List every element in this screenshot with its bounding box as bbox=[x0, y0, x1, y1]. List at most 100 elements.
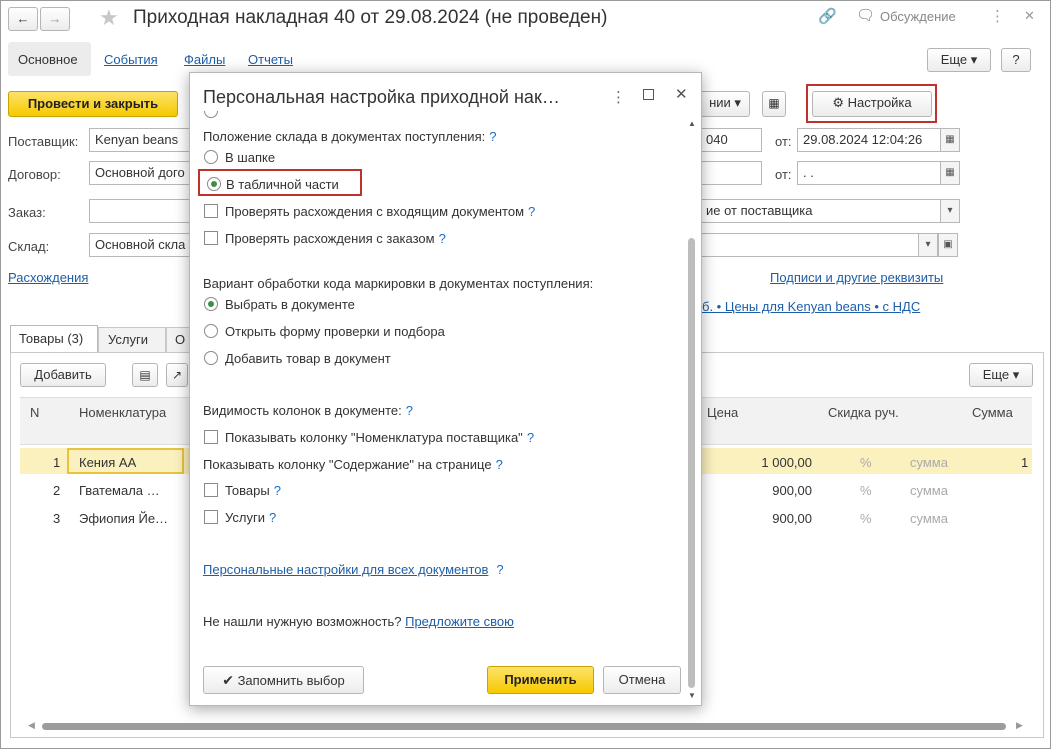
open-icon[interactable]: ▣ bbox=[938, 233, 958, 257]
scroll-up-icon[interactable]: ▲ bbox=[688, 119, 696, 128]
forward-button[interactable]: → bbox=[40, 7, 70, 31]
order-field[interactable] bbox=[89, 199, 199, 223]
row1-pct: % bbox=[860, 455, 872, 470]
date-from-label: от: bbox=[775, 134, 792, 149]
dialog-close-icon[interactable]: ✕ bbox=[675, 85, 688, 103]
signatures-link[interactable]: Подписи и другие реквизиты bbox=[770, 270, 943, 285]
chevron-down-icon[interactable]: ▾ bbox=[940, 199, 960, 223]
row3-n: 3 bbox=[53, 511, 61, 526]
scroll-down-icon[interactable]: ▼ bbox=[688, 691, 696, 700]
all-docs-settings: Персональные настройки для всех документ… bbox=[203, 562, 504, 577]
row1-sum: 1 bbox=[1021, 455, 1029, 470]
remember-choice-button[interactable]: ✔ Запомнить выбор bbox=[203, 666, 364, 694]
check-content-services-label: Услуги? bbox=[225, 510, 277, 525]
tab-events[interactable]: События bbox=[104, 52, 158, 67]
calendar2-icon[interactable]: ▦ bbox=[940, 161, 960, 185]
tab-files[interactable]: Файлы bbox=[184, 52, 225, 67]
apply-button[interactable]: Применить bbox=[487, 666, 594, 694]
row2-sum-hint: сумма bbox=[910, 483, 948, 498]
star-icon[interactable]: ★ bbox=[99, 5, 119, 31]
suggest-link[interactable]: Предложите свою bbox=[405, 614, 514, 629]
row2-n: 2 bbox=[53, 483, 61, 498]
scroll-left-icon[interactable]: ◀ bbox=[28, 720, 35, 731]
supplier-label: Поставщик: bbox=[8, 134, 79, 149]
warehouse-position-label: Положение склада в документах поступлени… bbox=[203, 129, 497, 144]
discrepancies-link[interactable]: Расхождения bbox=[8, 270, 88, 285]
back-button[interactable]: ← bbox=[8, 7, 38, 31]
check-order-discrepancy-label: Проверять расхождения с заказом? bbox=[225, 231, 446, 246]
close-icon[interactable]: ✕ bbox=[1024, 8, 1035, 24]
personal-settings-dialog: Персональная настройка приходной нак… ⋮ … bbox=[189, 72, 702, 706]
row2-pct: % bbox=[860, 483, 872, 498]
tab-reports[interactable]: Отчеты bbox=[248, 52, 293, 67]
help-icon[interactable]: ? bbox=[489, 129, 496, 144]
horizontal-scrollbar[interactable] bbox=[42, 723, 1006, 730]
col-sum: Сумма bbox=[972, 405, 1013, 420]
scroll-right-icon[interactable]: ▶ bbox=[1016, 720, 1023, 731]
row1-n: 1 bbox=[53, 455, 61, 470]
date2-from-label: от: bbox=[775, 167, 792, 182]
check-incoming-discrepancy[interactable] bbox=[204, 204, 218, 218]
prices-link[interactable]: б. • Цены для Kenyan beans • с НДС bbox=[702, 299, 920, 314]
calendar-icon[interactable]: ▦ bbox=[940, 128, 960, 152]
check-supplier-nomenclature-label: Показывать колонку "Номенклатура поставщ… bbox=[225, 430, 535, 445]
menu-dots-icon[interactable]: ⋮ bbox=[990, 7, 1005, 25]
radio-add-to-doc-label: Добавить товар в документ bbox=[225, 351, 391, 366]
contract-field[interactable]: Основной дого bbox=[89, 161, 199, 185]
doc-tab-services-label: Услуги bbox=[108, 332, 148, 347]
print-structure-icon[interactable]: ▦ bbox=[762, 91, 786, 117]
row1-sum-hint: сумма bbox=[910, 455, 948, 470]
settings-highlight bbox=[806, 84, 937, 123]
col-price: Цена bbox=[707, 405, 739, 420]
checkmark-icon: ✔ bbox=[222, 672, 234, 688]
chevron-down-icon-2[interactable]: ▾ bbox=[918, 233, 938, 257]
based-on-button[interactable]: нии ▾ bbox=[700, 91, 750, 117]
check-order-discrepancy[interactable] bbox=[204, 231, 218, 245]
date-field[interactable]: 29.08.2024 12:04:26 bbox=[797, 128, 941, 152]
radio-select-in-doc[interactable] bbox=[204, 297, 218, 311]
more-button[interactable]: Еще ▾ bbox=[927, 48, 991, 72]
row2-price: 900,00 bbox=[772, 483, 812, 498]
add-button[interactable]: Добавить bbox=[20, 363, 106, 387]
tab-main-label: Основное bbox=[18, 52, 78, 67]
radio-header[interactable] bbox=[204, 150, 218, 164]
not-found-text: Не нашли нужную возможность? Предложите … bbox=[203, 614, 514, 629]
discussion-link[interactable]: Обсуждение bbox=[880, 9, 956, 24]
help-button[interactable]: ? bbox=[1001, 48, 1031, 72]
operation-field[interactable]: ие от поставщика bbox=[700, 199, 941, 223]
dialog-menu-icon[interactable]: ⋮ bbox=[611, 88, 626, 106]
pick-icon[interactable]: ↗ bbox=[166, 363, 188, 387]
radio-open-check-form-label: Открыть форму проверки и подбора bbox=[225, 324, 445, 339]
barcode-icon[interactable]: ▤ bbox=[132, 363, 158, 387]
show-content-label: Показывать колонку "Содержание" на стран… bbox=[203, 457, 503, 472]
post-and-close-button[interactable]: Провести и закрыть bbox=[8, 91, 178, 117]
dialog-scrollbar[interactable] bbox=[688, 238, 695, 688]
radio-add-to-doc[interactable] bbox=[204, 351, 218, 365]
dialog-title: Персональная настройка приходной нак… bbox=[203, 87, 560, 107]
table-more-button[interactable]: Еще ▾ bbox=[969, 363, 1033, 387]
row3-sum-hint: сумма bbox=[910, 511, 948, 526]
warehouse-right-field[interactable] bbox=[700, 233, 919, 257]
check-supplier-nomenclature[interactable] bbox=[204, 430, 218, 444]
incoming-number-field[interactable] bbox=[700, 161, 762, 185]
all-docs-link[interactable]: Персональные настройки для всех документ… bbox=[203, 562, 488, 577]
doc-tab-other-label: О bbox=[175, 332, 186, 347]
link-icon[interactable]: 🔗 bbox=[818, 7, 837, 25]
date2-field[interactable]: . . bbox=[797, 161, 941, 185]
discussion-icon[interactable]: 🗨 bbox=[856, 6, 875, 24]
radio-select-in-doc-label: Выбрать в документе bbox=[225, 297, 355, 312]
doc-tab-goods-label: Товары (3) bbox=[19, 331, 84, 346]
check-content-services[interactable] bbox=[204, 510, 218, 524]
warehouse-field[interactable]: Основной скла bbox=[89, 233, 199, 257]
supplier-field[interactable]: Kenyan beans bbox=[89, 128, 199, 152]
scrolled-radio-top bbox=[204, 111, 218, 118]
maximize-icon[interactable] bbox=[643, 89, 654, 100]
col-discount: Скидка руч. bbox=[828, 405, 899, 420]
row1-name: Кения АА bbox=[79, 455, 137, 470]
check-content-goods[interactable] bbox=[204, 483, 218, 497]
radio-open-check-form[interactable] bbox=[204, 324, 218, 338]
marking-label: Вариант обработки кода маркировки в доку… bbox=[203, 276, 594, 291]
number-field[interactable]: 040 bbox=[700, 128, 762, 152]
radio-header-label: В шапке bbox=[225, 150, 276, 165]
cancel-button[interactable]: Отмена bbox=[603, 666, 681, 694]
